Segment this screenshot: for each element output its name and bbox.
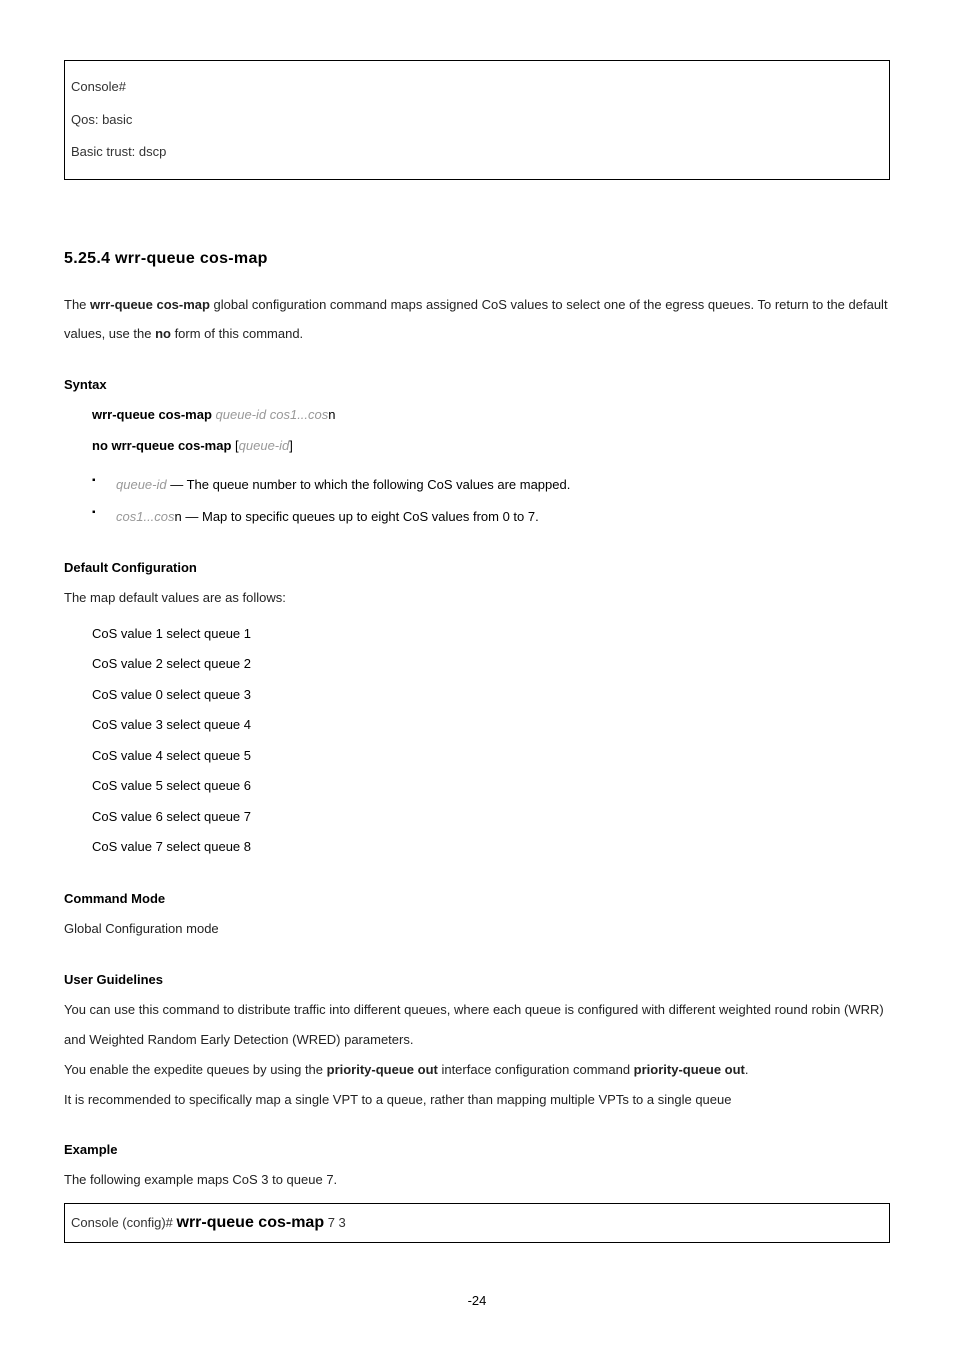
text: n	[328, 407, 335, 422]
console-line: Basic trust: dscp	[71, 136, 883, 169]
syntax-heading: Syntax	[64, 377, 890, 392]
text: The	[64, 297, 90, 312]
syntax-cmd: no wrr-queue cos-map	[92, 438, 235, 453]
list-item: CoS value 6 select queue 7	[92, 802, 890, 833]
list-item: CoS value 3 select queue 4	[92, 710, 890, 741]
command-name: priority-queue out	[327, 1062, 438, 1077]
syntax-bullets: queue-id — The queue number to which the…	[92, 469, 890, 531]
list-item: CoS value 1 select queue 1	[92, 619, 890, 650]
intro-paragraph: The wrr-queue cos-map global configurati…	[64, 290, 890, 350]
param-desc: n — Map to specific queues up to eight C…	[175, 509, 539, 524]
text: You enable the expedite queues by using …	[64, 1062, 327, 1077]
default-intro: The map default values are as follows:	[64, 583, 890, 613]
page-number: -24	[64, 1293, 890, 1308]
syntax-arg: queue-id	[239, 438, 290, 453]
syntax-line: wrr-queue cos-map queue-id cos1...cosn	[92, 400, 890, 431]
console-line: Console#	[71, 71, 883, 104]
cmdmode-heading: Command Mode	[64, 891, 890, 906]
syntax-arg: queue-id cos1...cos	[216, 407, 329, 422]
example-command: wrr-queue cos-map	[177, 1214, 325, 1231]
param-desc: — The queue number to which the followin…	[167, 477, 571, 492]
console-output-box: Console# Qos: basic Basic trust: dscp	[64, 60, 890, 180]
guidelines-heading: User Guidelines	[64, 972, 890, 987]
console-prompt: Console (config)#	[71, 1215, 177, 1230]
cmdmode-text: Global Configuration mode	[64, 914, 890, 944]
syntax-line: no wrr-queue cos-map [queue-id]	[92, 431, 890, 462]
page-root: Console# Qos: basic Basic trust: dscp 5.…	[0, 0, 954, 1348]
guidelines-p2: You enable the expedite queues by using …	[64, 1055, 890, 1085]
param-name: queue-id	[116, 477, 167, 492]
example-box: Console (config)# wrr-queue cos-map 7 3	[64, 1203, 890, 1243]
command-name: wrr-queue cos-map	[90, 297, 210, 312]
no-keyword: no	[155, 326, 171, 341]
console-line: Qos: basic	[71, 104, 883, 137]
list-item: CoS value 7 select queue 8	[92, 832, 890, 863]
guidelines-p3: It is recommended to specifically map a …	[64, 1085, 890, 1115]
example-args: 7 3	[324, 1215, 346, 1230]
section-title: 5.25.4 wrr-queue cos-map	[64, 250, 890, 268]
list-item: CoS value 5 select queue 6	[92, 771, 890, 802]
list-item: CoS value 2 select queue 2	[92, 649, 890, 680]
list-item: CoS value 0 select queue 3	[92, 680, 890, 711]
default-list: CoS value 1 select queue 1 CoS value 2 s…	[92, 619, 890, 863]
bracket: ]	[289, 438, 293, 453]
text: .	[745, 1062, 749, 1077]
syntax-block: wrr-queue cos-map queue-id cos1...cosn n…	[92, 400, 890, 461]
text: form of this command.	[171, 326, 303, 341]
param-name: cos1...cos	[116, 509, 175, 524]
list-item: cos1...cosn — Map to specific queues up …	[92, 501, 890, 532]
list-item: CoS value 4 select queue 5	[92, 741, 890, 772]
example-heading: Example	[64, 1142, 890, 1157]
syntax-cmd: wrr-queue cos-map	[92, 407, 216, 422]
example-intro: The following example maps CoS 3 to queu…	[64, 1165, 890, 1195]
default-heading: Default Configuration	[64, 560, 890, 575]
list-item: queue-id — The queue number to which the…	[92, 469, 890, 500]
command-name: priority-queue out	[634, 1062, 745, 1077]
text: interface configuration command	[438, 1062, 634, 1077]
guidelines-p1: You can use this command to distribute t…	[64, 995, 890, 1055]
